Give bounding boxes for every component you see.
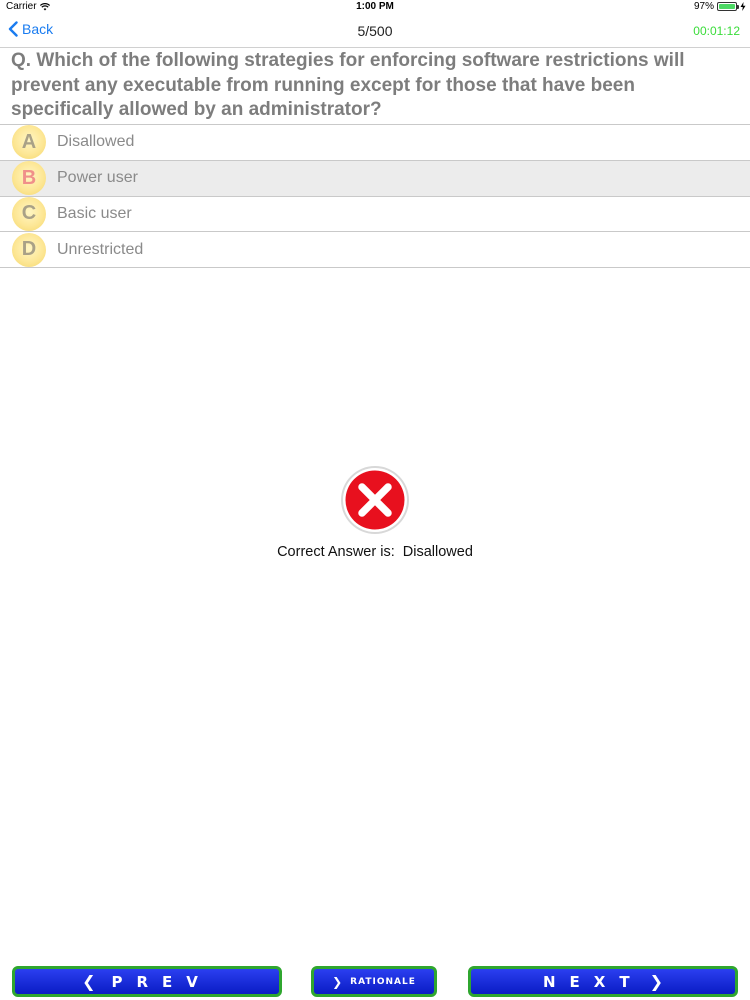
- x-circle-icon: [341, 466, 409, 534]
- question-text: Q. Which of the following strategies for…: [11, 50, 685, 120]
- option-d[interactable]: D Unrestricted: [0, 232, 750, 268]
- quiz-timer: 00:01:12: [693, 24, 740, 38]
- option-b[interactable]: B Power user: [0, 160, 750, 197]
- option-label: Basic user: [57, 204, 132, 222]
- correct-answer-text: Correct Answer is: Disallowed: [277, 544, 473, 560]
- status-bar: Carrier 1:00 PM 97%: [0, 0, 750, 14]
- answer-options: A Disallowed B Power user C Basic user D…: [0, 124, 750, 268]
- battery-fill: [719, 4, 735, 9]
- battery-icon: [717, 2, 739, 11]
- option-label: Disallowed: [57, 133, 135, 151]
- status-time: 1:00 PM: [356, 1, 394, 12]
- option-letter-badge: B: [12, 161, 46, 196]
- option-label: Power user: [57, 169, 138, 187]
- option-letter-badge: D: [12, 232, 46, 267]
- option-letter-badge: C: [12, 196, 46, 231]
- charging-bolt-icon: [740, 2, 746, 11]
- battery-percent: 97%: [693, 1, 714, 12]
- option-label: Unrestricted: [57, 240, 144, 258]
- option-a[interactable]: A Disallowed: [0, 125, 750, 161]
- option-c[interactable]: C Basic user: [0, 196, 750, 233]
- option-letter-badge: A: [12, 125, 46, 160]
- rationale-button[interactable]: ❯ RATIONALE: [311, 966, 437, 997]
- rationale-label: RATIONALE: [350, 976, 416, 987]
- next-button[interactable]: NEXT ❯: [468, 966, 738, 997]
- prev-label: PREV: [111, 972, 212, 991]
- chevron-right-icon: ❯: [649, 972, 663, 991]
- battery-status: 97%: [694, 1, 746, 12]
- next-label: NEXT: [542, 972, 644, 991]
- prev-button[interactable]: ❮ PREV: [12, 966, 282, 997]
- chevron-left-icon: ❮: [82, 972, 96, 991]
- navigation-bar: Back 5/500 00:01:12: [0, 14, 750, 48]
- question-progress: 5/500: [357, 23, 393, 39]
- chevron-right-icon: ❯: [332, 974, 343, 989]
